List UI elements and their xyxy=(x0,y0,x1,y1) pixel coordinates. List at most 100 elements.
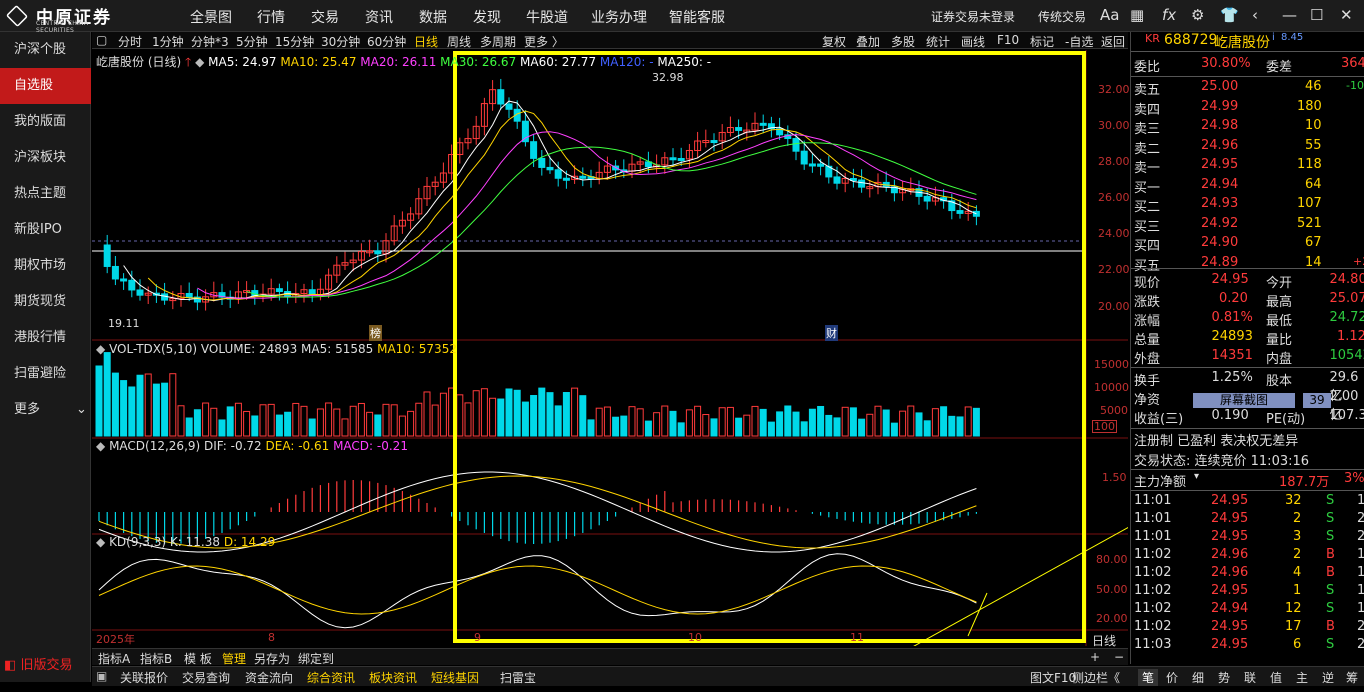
settings-icon[interactable]: ⚙ xyxy=(1191,6,1204,24)
func-news[interactable]: 综合资讯 xyxy=(307,669,355,686)
ask-row[interactable]: 卖二 24.96 55 xyxy=(1131,138,1364,157)
btn-fuquan[interactable]: 复权 xyxy=(822,33,846,50)
panel-tab-zhu[interactable]: 主 xyxy=(1296,669,1308,686)
level-label: 买二 xyxy=(1134,200,1161,215)
period-30min[interactable]: 30分钟 xyxy=(321,33,360,50)
sidebar-item-options[interactable]: 期权市场 xyxy=(0,248,91,284)
funcbar-square-icon[interactable]: ▣ xyxy=(96,669,107,683)
login-status-link[interactable]: 证券交易未登录 xyxy=(931,8,1015,25)
formula-icon[interactable]: fx xyxy=(1162,6,1176,24)
finance-badge[interactable]: 财 xyxy=(825,325,838,341)
dropdown-diamond-icon[interactable]: ◆ xyxy=(96,535,105,549)
minimize-icon[interactable]: — xyxy=(1282,6,1297,24)
func-sidebar-toggle[interactable]: 侧边栏《 xyxy=(1072,669,1120,686)
sidebar-item-risk[interactable]: 扫雷避险 xyxy=(0,356,91,392)
skin-icon[interactable]: 👕 xyxy=(1220,6,1239,24)
panel-tab-lian[interactable]: 联 xyxy=(1244,669,1256,686)
menu-niugudao[interactable]: 牛股道 xyxy=(526,7,568,27)
btn-f10[interactable]: F10 xyxy=(997,33,1019,47)
menu-shuju[interactable]: 数据 xyxy=(419,7,447,27)
menu-quanjingtu[interactable]: 全景图 xyxy=(190,7,232,27)
trade-mode-link[interactable]: 传统交易 xyxy=(1038,8,1086,25)
ask-row[interactable]: 卖四 24.99 180 xyxy=(1131,99,1364,118)
btn-huaxian[interactable]: 画线 xyxy=(961,33,985,50)
kline-chart-area[interactable]: 屹唐股份 (日线) 🡑 ◆ MA5: 24.97 MA10: 25.47 MA2… xyxy=(92,50,1130,648)
period-1min[interactable]: 1分钟 xyxy=(152,33,184,50)
tab-template[interactable]: 模 板 xyxy=(184,650,212,667)
toolbar-square-icon[interactable]: ▢ xyxy=(96,33,107,47)
close-icon[interactable]: ✕ xyxy=(1340,6,1353,24)
font-size-icon[interactable]: Aa xyxy=(1100,6,1119,24)
sidebar-item-hk[interactable]: 港股行情 xyxy=(0,320,91,356)
period-15min[interactable]: 15分钟 xyxy=(275,33,314,50)
tab-bind-to[interactable]: 绑定到 xyxy=(298,650,334,667)
menu-zhinengkefu[interactable]: 智能客服 xyxy=(669,7,725,27)
func-saoleibao[interactable]: 扫雷宝 xyxy=(500,669,536,686)
panel-tab-jia[interactable]: 价 xyxy=(1166,669,1178,686)
old-version-trade-link[interactable]: ◧ 旧版交易 xyxy=(0,654,91,678)
stat-value: 0.81% xyxy=(1211,310,1253,325)
panel-tab-shi[interactable]: 势 xyxy=(1218,669,1230,686)
sidebar-item-my-layout[interactable]: 我的版面 xyxy=(0,104,91,140)
panel-tab-xi[interactable]: 细 xyxy=(1192,669,1204,686)
menu-hangqing[interactable]: 行情 xyxy=(257,7,285,27)
btn-diejia[interactable]: 叠加 xyxy=(856,33,880,50)
period-more[interactable]: 更多 〉 xyxy=(524,33,564,50)
menu-jiaoyi[interactable]: 交易 xyxy=(311,7,339,27)
bid-row[interactable]: 买三 24.92 521 xyxy=(1131,216,1364,235)
menu-yewubanli[interactable]: 业务办理 xyxy=(591,7,647,27)
zoom-out-icon[interactable]: − xyxy=(1114,650,1124,664)
sidebar-item-sectors[interactable]: 沪深板块 xyxy=(0,140,91,176)
func-fund-flow[interactable]: 资金流向 xyxy=(245,669,293,686)
btn-tongji[interactable]: 统计 xyxy=(926,33,950,50)
tab-manage[interactable]: 管理 xyxy=(222,650,246,667)
btn-fanhui[interactable]: 返回 xyxy=(1101,33,1125,50)
func-f10-graphic[interactable]: 图文F10 xyxy=(1030,669,1076,686)
ask-row[interactable]: 卖一 24.95 118 xyxy=(1131,157,1364,176)
info-icon[interactable]: i xyxy=(1272,32,1275,43)
period-multi[interactable]: 多周期 xyxy=(480,33,516,50)
dropdown-diamond-icon[interactable]: ◆ xyxy=(96,342,105,356)
sidebar-item-ipo[interactable]: 新股IPO xyxy=(0,212,91,248)
ask-row[interactable]: 卖五 25.00 46 -10 xyxy=(1131,79,1364,98)
period-fenshi[interactable]: 分时 xyxy=(118,33,142,50)
grid-icon[interactable]: ▦ xyxy=(1130,6,1144,24)
bid-row[interactable]: 买二 24.93 107 xyxy=(1131,196,1364,215)
bid-row[interactable]: 买四 24.90 67 xyxy=(1131,235,1364,254)
menu-faxian[interactable]: 发现 xyxy=(473,7,501,27)
func-related-quote[interactable]: 关联报价 xyxy=(120,669,168,686)
sidebar-item-more[interactable]: 更多 ⌄ xyxy=(0,392,91,428)
zoom-in-icon[interactable]: + xyxy=(1090,650,1100,664)
tab-indicator-a[interactable]: 指标A xyxy=(98,650,130,667)
sidebar-item-hushen-stock[interactable]: 沪深个股 xyxy=(0,32,91,68)
sidebar-item-futures[interactable]: 期货现货 xyxy=(0,284,91,320)
rank-badge[interactable]: 榜 xyxy=(369,325,382,341)
panel-tab-bi[interactable]: 笔 xyxy=(1138,669,1159,686)
btn-biaoji[interactable]: 标记 xyxy=(1030,33,1054,50)
dropdown-diamond-icon[interactable]: ◆ xyxy=(195,55,204,69)
period-weekly[interactable]: 周线 xyxy=(447,33,471,50)
func-trade-query[interactable]: 交易查询 xyxy=(182,669,230,686)
period-60min[interactable]: 60分钟 xyxy=(367,33,406,50)
back-icon[interactable]: ‹ xyxy=(1252,6,1258,24)
bid-row[interactable]: 买五24.8914+2 xyxy=(1131,255,1364,274)
period-3min[interactable]: 分钟*3 xyxy=(191,33,229,50)
panel-tab-chou[interactable]: 筹 xyxy=(1346,669,1358,686)
maximize-icon[interactable]: ☐ xyxy=(1310,6,1323,24)
sidebar-item-hot-topics[interactable]: 热点主题 xyxy=(0,176,91,212)
tab-save-as[interactable]: 另存为 xyxy=(254,650,290,667)
panel-tab-ni[interactable]: 逆 xyxy=(1322,669,1334,686)
panel-tab-zhi[interactable]: 值 xyxy=(1270,669,1282,686)
dropdown-diamond-icon[interactable]: ◆ xyxy=(96,439,105,453)
btn-zixuan[interactable]: -自选 xyxy=(1065,33,1093,50)
menu-zixun[interactable]: 资讯 xyxy=(365,7,393,27)
sidebar-item-watchlist[interactable]: 自选股 xyxy=(0,68,91,104)
ask-row[interactable]: 卖三 24.98 10 xyxy=(1131,118,1364,137)
period-5min[interactable]: 5分钟 xyxy=(236,33,268,50)
tab-indicator-b[interactable]: 指标B xyxy=(140,650,172,667)
func-short-gene[interactable]: 短线基因 xyxy=(431,669,479,686)
bid-row[interactable]: 买一 24.94 64 xyxy=(1131,177,1364,196)
func-sector-news[interactable]: 板块资讯 xyxy=(369,669,417,686)
btn-duogu[interactable]: 多股 xyxy=(891,33,915,50)
period-daily[interactable]: 日线 xyxy=(414,33,438,50)
